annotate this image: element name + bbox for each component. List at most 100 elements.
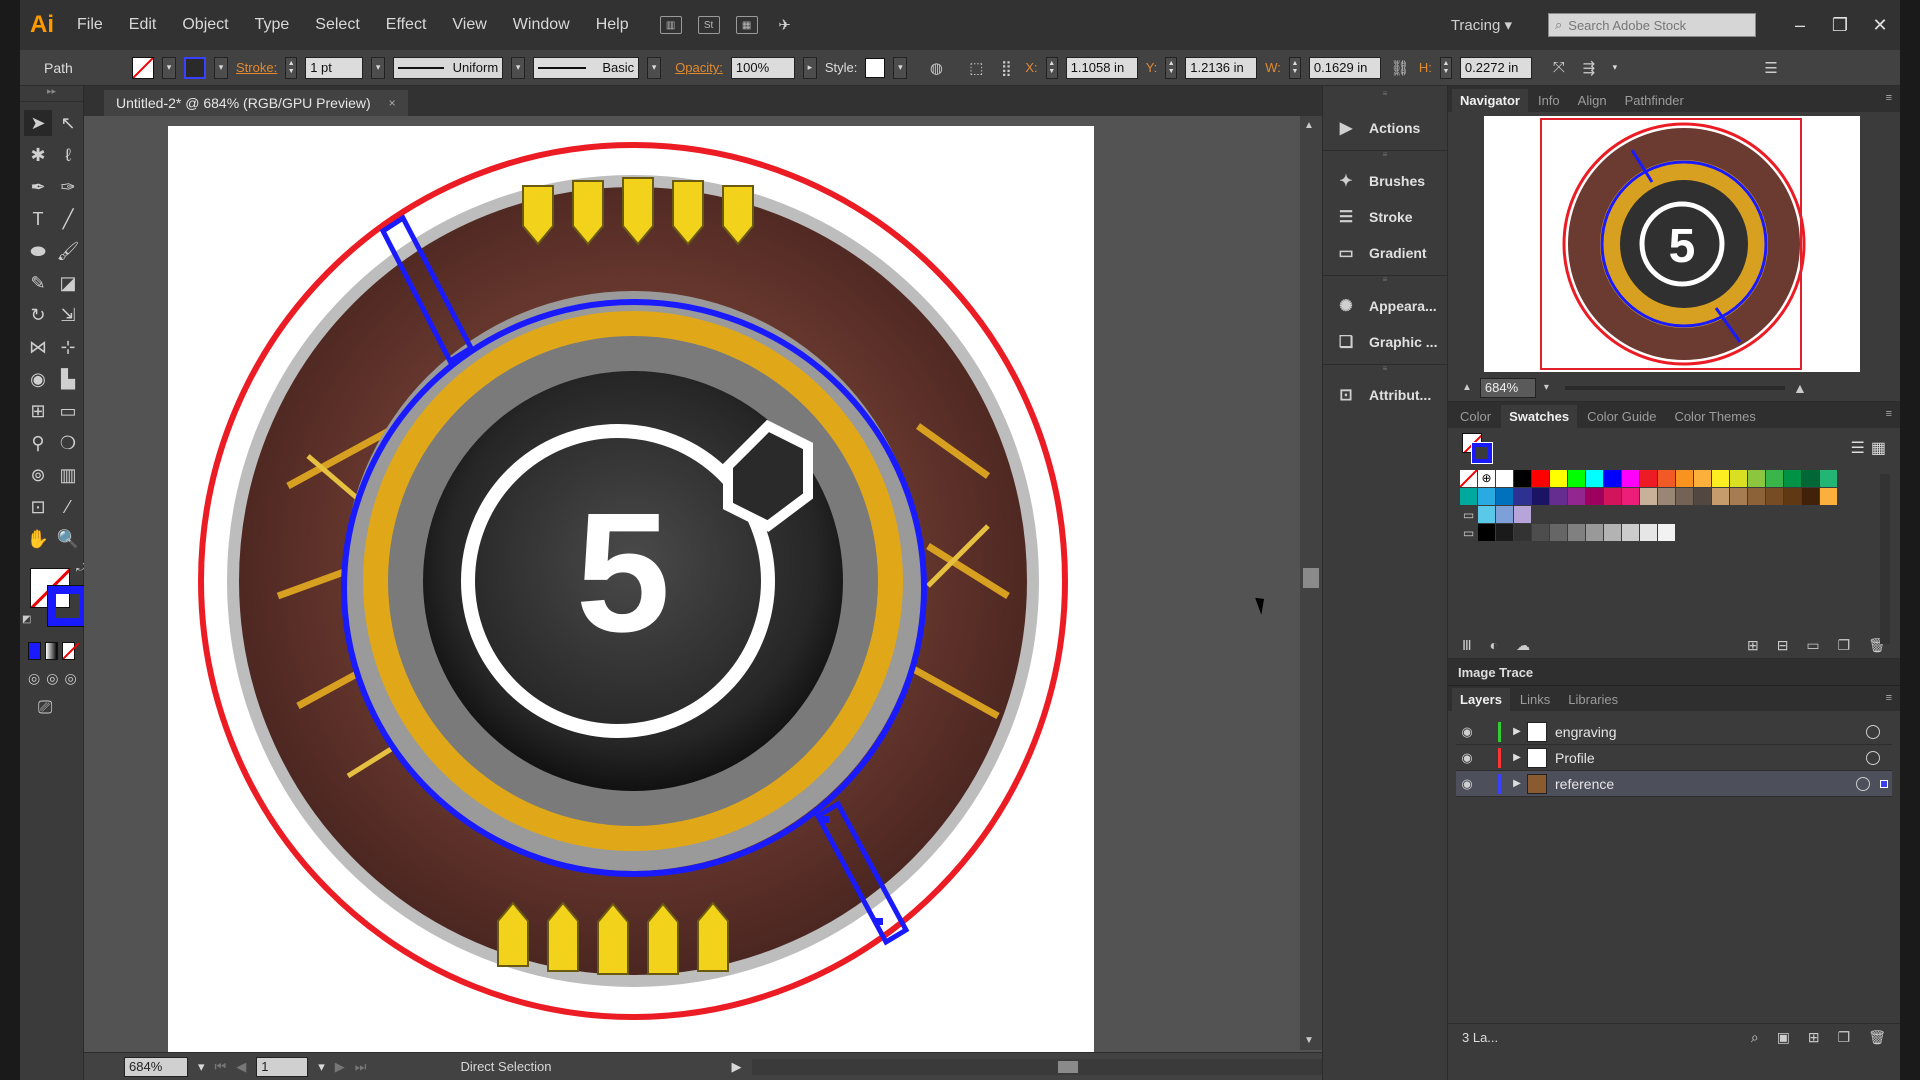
color-swatch[interactable] [1550,470,1567,487]
color-swatch[interactable] [1532,524,1549,541]
minimize-icon[interactable]: – [1780,15,1820,36]
shaper-tool-icon[interactable]: ✎ [24,270,52,296]
blend-tool-icon[interactable]: ❍ [54,430,82,456]
next-artboard-icon[interactable]: ▶ [335,1059,345,1075]
last-artboard-icon[interactable]: ⏭ [355,1059,367,1075]
layer-row-reference[interactable]: ◉ ▶ reference [1456,771,1892,797]
column-graph-tool-icon[interactable]: ▥ [54,462,82,488]
layer-target-icon[interactable] [1866,750,1880,765]
new-color-group-icon[interactable]: ⊟ [1777,637,1789,654]
direct-selection-tool-icon[interactable]: ↖ [54,110,82,136]
color-swatch[interactable] [1658,488,1675,505]
color-swatch[interactable] [1586,524,1603,541]
layer-name[interactable]: Profile [1555,750,1866,766]
delete-layer-icon[interactable]: 🗑 [1868,1029,1886,1046]
color-swatch[interactable] [1478,524,1495,541]
color-swatch[interactable] [1712,488,1729,505]
x-position-field[interactable]: 1.1058 in [1065,56,1138,79]
arrange-documents-icon[interactable]: ▦ [735,16,758,34]
horizontal-scroll-thumb[interactable] [1058,1061,1078,1073]
eyedropper-tool-icon[interactable]: ⚲ [24,430,52,456]
gradient-panel-button[interactable]: ▭ Gradient [1323,235,1447,271]
graphic-styles-panel-button[interactable]: ❏ Graphic ... [1323,324,1447,360]
color-swatch[interactable] [1604,488,1621,505]
rotate-tool-icon[interactable]: ↻ [24,302,52,328]
w-stepper[interactable]: ▲ ▼ [1288,56,1301,79]
tab-layers[interactable]: Layers [1452,688,1510,711]
close-window-icon[interactable]: ✕ [1860,15,1900,36]
artboard-dropdown-icon[interactable]: ▾ [318,1059,325,1075]
x-stepper[interactable]: ▲ ▼ [1045,56,1058,79]
stroke-color-dropdown-icon[interactable]: ▾ [214,56,228,79]
swatch-fill-stroke-indicator[interactable] [1462,433,1493,464]
menu-type[interactable]: Type [242,0,303,50]
magic-wand-tool-icon[interactable]: ✱ [24,142,52,168]
stroke-label[interactable]: Stroke: [236,60,277,75]
expand-layer-icon[interactable]: ▶ [1507,752,1527,763]
color-swatch[interactable] [1568,524,1585,541]
selection-indicator[interactable] [1880,779,1888,788]
dock-grip[interactable]: ≡ [1323,276,1447,284]
swatch-options-icon[interactable]: ⊞ [1747,637,1759,654]
menu-edit[interactable]: Edit [116,0,170,50]
control-bar-menu-icon[interactable]: ☰ [1760,57,1782,79]
tools-grip[interactable]: ▸▸ [20,86,83,102]
tab-info[interactable]: Info [1530,89,1568,112]
stroke-weight-stepper[interactable]: ▲ ▼ [285,56,298,79]
layer-target-icon[interactable] [1856,776,1870,791]
search-stock-input[interactable]: ⌕ Search Adobe Stock [1548,13,1756,37]
color-swatch[interactable] [1658,524,1675,541]
artwork-canvas[interactable]: 5 [168,126,1094,1052]
dock-grip[interactable]: ≡ [1323,365,1447,373]
color-mode-icon[interactable] [28,642,41,660]
menu-object[interactable]: Object [169,0,241,50]
color-swatch[interactable] [1712,470,1729,487]
menu-window[interactable]: Window [500,0,583,50]
opacity-field[interactable]: 100% [730,56,795,79]
navigator-menu-icon[interactable]: ≡ [1886,92,1892,104]
brush-dropdown-icon[interactable]: ▾ [647,56,662,79]
variable-width-profile[interactable]: Uniform [393,56,504,79]
actions-panel-button[interactable]: ▶ Actions [1323,110,1447,146]
scroll-down-icon[interactable]: ▼ [1304,1035,1314,1046]
color-swatch[interactable] [1784,488,1801,505]
color-swatch[interactable] [1514,506,1531,523]
menu-view[interactable]: View [439,0,499,50]
navigator-preview[interactable]: 5 [1484,116,1860,372]
color-swatch[interactable] [1640,524,1657,541]
mesh-tool-icon[interactable]: ⊞ [24,398,52,424]
stroke-weight-field[interactable]: 1 pt [305,56,364,79]
color-swatch[interactable] [1748,488,1765,505]
color-swatch[interactable] [1514,524,1531,541]
folder-icon[interactable]: ▭ [1460,506,1477,523]
color-swatch[interactable] [1514,488,1531,505]
default-fill-stroke-icon[interactable]: ◩ [22,614,31,625]
draw-behind-icon[interactable]: ◎ [46,670,58,687]
tab-libraries[interactable]: Libraries [1560,688,1626,711]
folder-icon[interactable]: ▭ [1806,637,1819,654]
gradient-mode-icon[interactable] [45,642,58,660]
color-swatch[interactable] [1730,470,1747,487]
lasso-tool-icon[interactable]: ℓ [54,142,82,168]
y-position-field[interactable]: 1.2136 in [1185,56,1258,79]
color-swatch[interactable] [1730,488,1747,505]
expand-layer-icon[interactable]: ▶ [1507,778,1527,789]
layer-row-engraving[interactable]: ◉ ▶ engraving [1456,719,1892,745]
tab-pathfinder[interactable]: Pathfinder [1617,89,1692,112]
swatch-none[interactable] [1460,470,1477,487]
document-tab[interactable]: Untitled-2* @ 684% (RGB/GPU Preview) × [104,90,408,116]
shape-builder-tool-icon[interactable]: ◉ [24,366,52,392]
menu-select[interactable]: Select [302,0,372,50]
layer-name[interactable]: reference [1555,776,1856,792]
workspace-switcher[interactable]: Tracing ▾ [1451,16,1512,34]
fill-dropdown-icon[interactable]: ▾ [162,56,176,79]
maximize-icon[interactable]: ❐ [1820,15,1860,36]
color-swatch[interactable] [1640,488,1657,505]
swatches-menu-icon[interactable]: ≡ [1886,408,1892,420]
color-swatch[interactable] [1748,470,1765,487]
zoom-in-icon[interactable]: ▲ [1793,380,1807,396]
color-swatch[interactable] [1478,488,1495,505]
width-field[interactable]: 0.1629 in [1308,56,1381,79]
previous-artboard-icon[interactable]: ◀ [236,1059,246,1075]
layer-row-profile[interactable]: ◉ ▶ Profile [1456,745,1892,771]
